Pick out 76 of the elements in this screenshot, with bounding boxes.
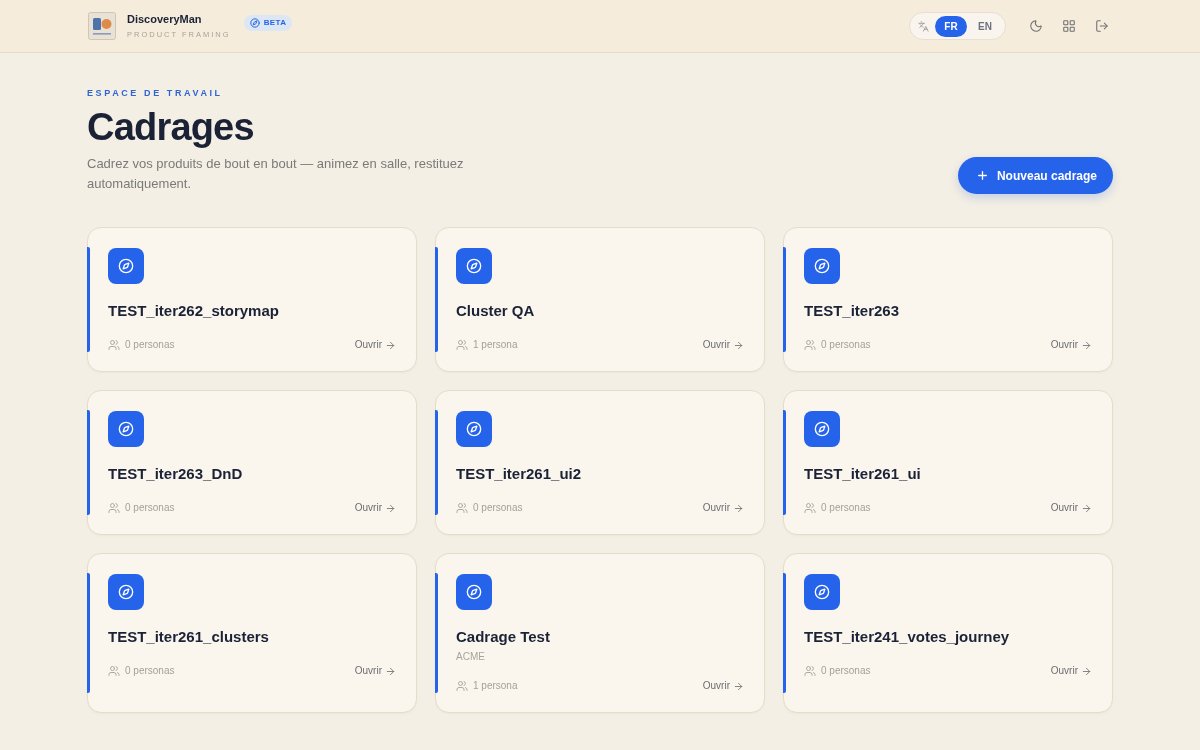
persona-count: 0 personas	[821, 501, 871, 515]
framing-card[interactable]: Cluster QA 1 persona Ouvrir	[435, 227, 765, 372]
compass-icon	[456, 574, 492, 610]
new-framing-button[interactable]: Nouveau cadrage	[957, 157, 1113, 194]
users-icon	[804, 665, 816, 677]
persona-count: 1 persona	[473, 338, 518, 352]
framing-card[interactable]: TEST_iter263_DnD 0 personas Ouvrir	[87, 390, 417, 535]
card-title: TEST_iter241_votes_journey	[804, 627, 1010, 647]
users-icon	[804, 339, 816, 351]
framing-card[interactable]: TEST_iter261_ui2 0 personas Ouvrir	[435, 390, 765, 535]
card-title: TEST_iter263_DnD	[108, 464, 243, 484]
card-subtitle: ACME	[456, 651, 485, 663]
framing-card[interactable]: Cadrage Test ACME 1 persona Ouvrir	[435, 553, 765, 713]
persona-count: 0 personas	[821, 664, 871, 678]
compass-icon	[456, 411, 492, 447]
compass-icon	[804, 574, 840, 610]
framing-card[interactable]: TEST_iter262_storymap 0 personas Ouvrir	[87, 227, 417, 372]
framing-card[interactable]: TEST_iter261_ui 0 personas Ouvrir	[783, 390, 1113, 535]
compass-icon	[804, 411, 840, 447]
compass-icon	[249, 18, 260, 28]
open-link[interactable]: Ouvrir	[1050, 664, 1092, 678]
persona-count: 0 personas	[125, 664, 175, 678]
compass-icon	[108, 574, 144, 610]
persona-count: 0 personas	[125, 501, 175, 515]
language-option[interactable]: FR	[935, 15, 967, 37]
beta-badge: BETA	[243, 15, 293, 31]
users-icon	[108, 665, 120, 677]
plus-icon	[975, 169, 989, 182]
language-option[interactable]: EN	[969, 15, 1001, 37]
open-link[interactable]: Ouvrir	[354, 664, 396, 678]
brand-name: DiscoveryMan	[127, 13, 202, 25]
open-link[interactable]: Ouvrir	[702, 679, 744, 693]
framing-card[interactable]: TEST_iter241_votes_journey 0 personas Ouvrir	[783, 553, 1113, 713]
users-icon	[108, 502, 120, 514]
open-link[interactable]: Ouvrir	[702, 338, 744, 352]
translate-icon	[918, 20, 929, 32]
open-link[interactable]: Ouvrir	[702, 501, 744, 515]
framing-card[interactable]: TEST_iter263 0 personas Ouvrir	[783, 227, 1113, 372]
compass-icon	[456, 248, 492, 284]
users-icon	[804, 502, 816, 514]
open-link[interactable]: Ouvrir	[354, 338, 396, 352]
framing-card[interactable]: TEST_iter261_clusters 0 personas Ouvrir	[87, 553, 417, 713]
open-link[interactable]: Ouvrir	[354, 501, 396, 515]
persona-count: 0 personas	[125, 338, 175, 352]
page-title: Cadrages	[87, 105, 254, 150]
users-icon	[456, 502, 468, 514]
card-title: TEST_iter262_storymap	[108, 301, 279, 321]
arrow-right-icon	[733, 502, 744, 514]
card-title: TEST_iter263	[804, 301, 900, 321]
arrow-right-icon	[1081, 339, 1092, 351]
users-icon	[456, 680, 468, 692]
section-eyebrow: ESPACE DE TRAVAIL	[87, 87, 223, 99]
compass-icon	[804, 248, 840, 284]
card-title: TEST_iter261_ui2	[456, 464, 582, 484]
arrow-right-icon	[1081, 502, 1092, 514]
arrow-right-icon	[733, 339, 744, 351]
persona-count: 0 personas	[473, 501, 523, 515]
open-link[interactable]: Ouvrir	[1050, 338, 1092, 352]
arrow-right-icon	[1081, 665, 1092, 677]
arrow-right-icon	[385, 502, 396, 514]
card-title: TEST_iter261_ui	[804, 464, 921, 484]
open-link[interactable]: Ouvrir	[1050, 501, 1092, 515]
users-icon	[108, 339, 120, 351]
card-title: Cadrage Test	[456, 627, 550, 647]
card-title: TEST_iter261_clusters	[108, 627, 269, 647]
arrow-right-icon	[385, 339, 396, 351]
card-title: Cluster QA	[456, 301, 535, 321]
logo-icon	[88, 12, 116, 40]
persona-count: 1 persona	[473, 679, 518, 693]
compass-icon	[108, 248, 144, 284]
compass-icon	[108, 411, 144, 447]
users-icon	[456, 339, 468, 351]
arrow-right-icon	[385, 665, 396, 677]
persona-count: 0 personas	[821, 338, 871, 352]
arrow-right-icon	[733, 680, 744, 692]
page-description: Cadrez vos produits de bout en bout — animez en salle, restituez automatiquement.	[87, 155, 465, 193]
